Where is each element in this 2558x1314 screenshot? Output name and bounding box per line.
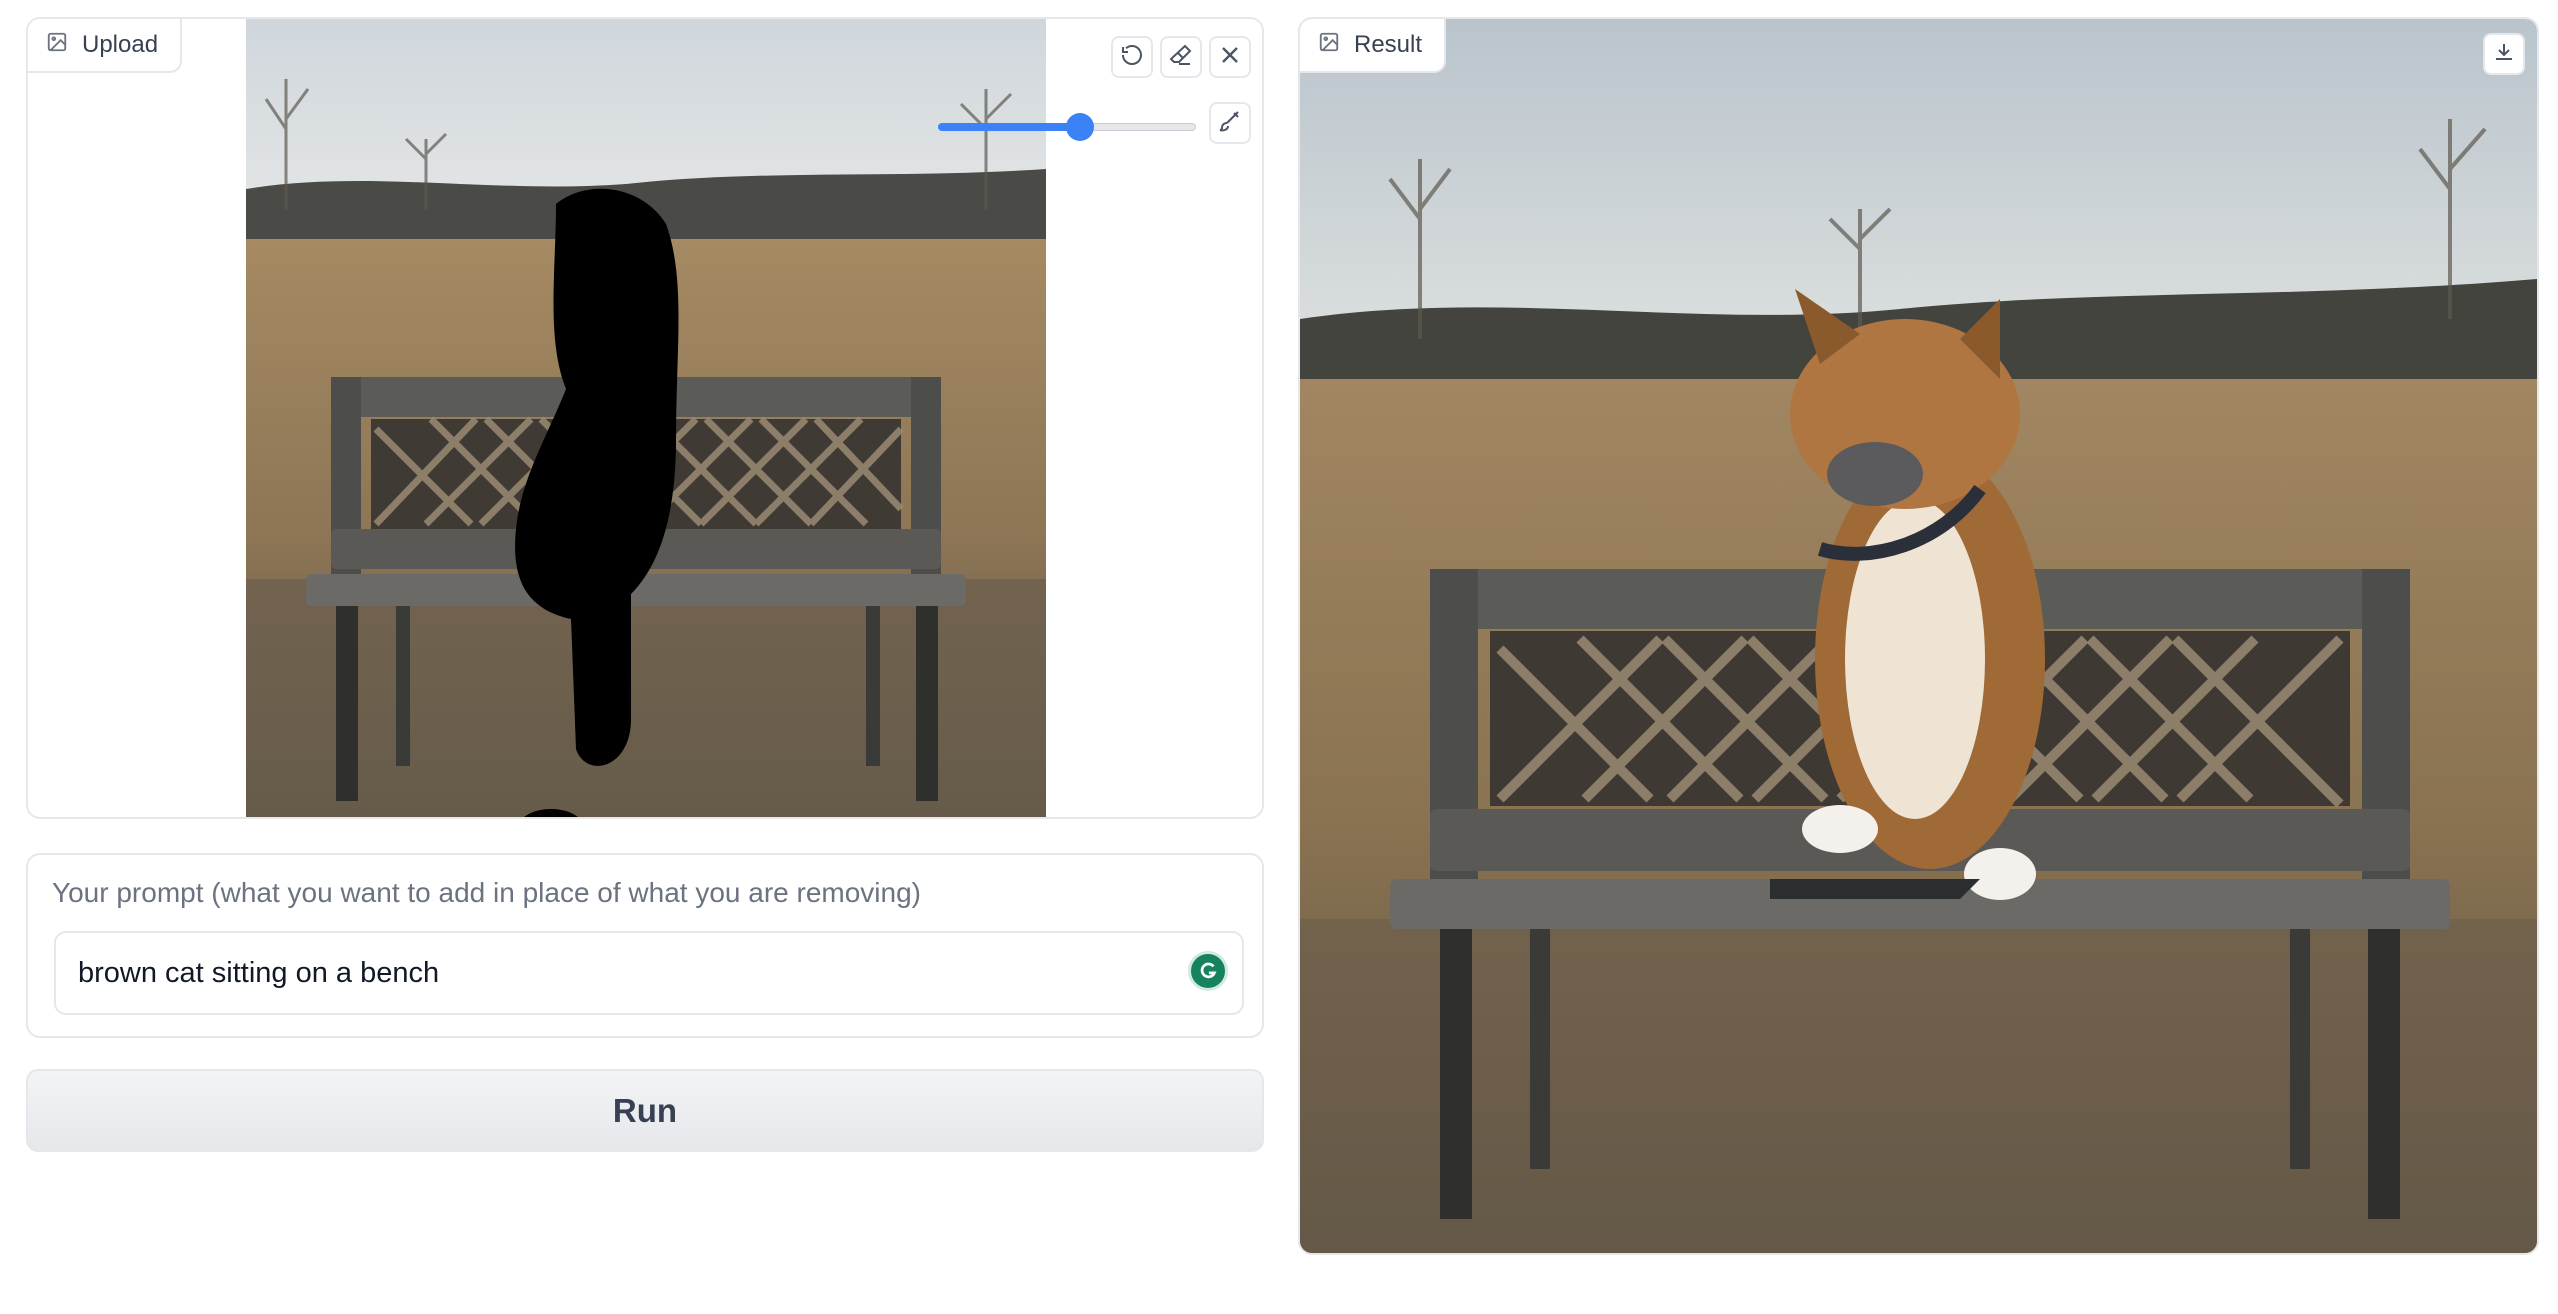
eraser-icon xyxy=(1169,43,1193,72)
close-icon xyxy=(1218,43,1242,72)
prompt-label: Your prompt (what you want to add in pla… xyxy=(52,877,921,908)
result-image xyxy=(1300,19,2537,1253)
upload-canvas[interactable] xyxy=(246,19,1046,817)
eraser-button[interactable] xyxy=(1160,36,1202,78)
image-icon xyxy=(1318,31,1340,60)
result-label-tag: Result xyxy=(1300,19,1447,73)
run-button[interactable]: Run xyxy=(26,1069,1264,1152)
upload-image xyxy=(246,19,1046,817)
slider-thumb[interactable] xyxy=(1065,113,1094,141)
result-label: Result xyxy=(1354,31,1423,58)
image-icon xyxy=(46,31,68,60)
grammarly-icon[interactable] xyxy=(1188,951,1228,991)
clear-button[interactable] xyxy=(1209,36,1251,78)
download-button[interactable] xyxy=(2483,33,2525,75)
result-panel: Result xyxy=(1298,17,2539,1255)
brush-button[interactable] xyxy=(1209,102,1251,144)
upload-label: Upload xyxy=(82,31,159,58)
prompt-value: brown cat sitting on a bench xyxy=(78,956,440,989)
upload-label-tag: Upload xyxy=(28,19,183,73)
prompt-panel: Your prompt (what you want to add in pla… xyxy=(26,853,1264,1038)
undo-icon xyxy=(1120,43,1144,72)
download-icon xyxy=(2492,40,2516,69)
undo-button[interactable] xyxy=(1111,36,1153,78)
brush-size-slider[interactable] xyxy=(938,112,1196,142)
slider-fill xyxy=(938,123,1080,131)
brush-icon xyxy=(1218,109,1242,138)
prompt-input[interactable]: brown cat sitting on a bench xyxy=(54,931,1244,1015)
upload-panel: Upload xyxy=(26,17,1264,819)
